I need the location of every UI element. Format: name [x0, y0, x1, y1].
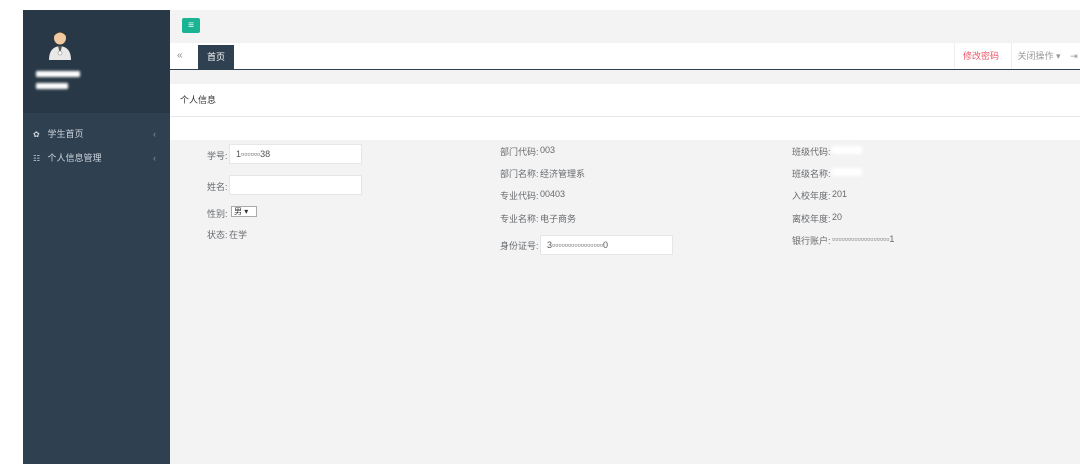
major-name-value: 电子商务	[540, 214, 577, 224]
list-icon: ☷	[33, 154, 41, 163]
user-name-text	[36, 71, 80, 77]
major-name-label: 专业名称:	[500, 214, 539, 224]
chevron-left-icon: ‹	[153, 129, 156, 139]
hamburger-icon: ≡	[188, 20, 194, 31]
close-operations-dropdown[interactable]: 关闭操作 ▾	[1011, 43, 1066, 69]
student-id-field[interactable]: 1▫▫▫▫▫▫38	[229, 144, 362, 164]
sidebar-item-student-home[interactable]: ✿ 学生首页 ‹	[23, 122, 170, 146]
profile-block	[23, 10, 170, 113]
dept-name-label: 部门名称:	[500, 169, 539, 179]
avatar[interactable]	[47, 30, 73, 60]
status-value: 在学	[229, 230, 248, 240]
gender-select[interactable]: 男 ▾	[231, 206, 257, 217]
major-code-label: 专业代码:	[500, 191, 539, 201]
class-code-label: 班级代码:	[792, 147, 831, 157]
class-code-value	[832, 146, 862, 154]
sidebar-item-label: 个人信息管理	[47, 153, 102, 163]
logout-icon[interactable]: ⇥	[1068, 43, 1080, 69]
bank-account-label: 银行账户:	[792, 236, 831, 246]
leave-year-value: 20	[832, 212, 843, 222]
bank-account-value: ▫▫▫▫▫▫▫▫▫▫▫▫▫▫▫▫▫▫1	[832, 234, 895, 244]
app-frame: ✿ 学生首页 ‹ ☷ 个人信息管理 ‹ ≡ « 首页 修改密码 关闭操作 ▾ ⇥…	[23, 10, 1080, 464]
sidebar-item-personal-info[interactable]: ☷ 个人信息管理 ‹	[23, 146, 170, 170]
status-label: 状态:	[207, 230, 228, 240]
sidebar: ✿ 学生首页 ‹ ☷ 个人信息管理 ‹	[23, 10, 170, 464]
class-name-value	[832, 168, 862, 176]
panel-title: 个人信息	[180, 95, 217, 105]
top-navbar: ≡	[170, 10, 1080, 43]
enroll-year-value: 201	[832, 189, 848, 199]
class-name-label: 班级名称:	[792, 169, 831, 179]
sidebar-nav: ✿ 学生首页 ‹ ☷ 个人信息管理 ‹	[23, 122, 170, 170]
dept-code-label: 部门代码:	[500, 147, 539, 157]
id-card-field[interactable]: 3▫▫▫▫▫▫▫▫▫▫▫▫▫▫▫▫0	[540, 235, 673, 255]
student-id-label: 学号:	[207, 151, 228, 161]
dept-code-value: 003	[540, 145, 556, 155]
name-field[interactable]	[229, 175, 362, 195]
name-label: 姓名:	[207, 182, 228, 192]
tab-home[interactable]: 首页	[198, 45, 234, 69]
home-icon: ✿	[33, 130, 40, 139]
chevron-left-icon: ‹	[153, 153, 156, 163]
dept-name-value: 经济管理系	[540, 169, 586, 179]
tab-bar: « 首页 修改密码 关闭操作 ▾ ⇥	[170, 43, 1080, 70]
user-class-text	[36, 83, 68, 89]
sidebar-item-label: 学生首页	[47, 129, 84, 139]
tab-scroll-left-button[interactable]: «	[177, 43, 183, 69]
id-card-label: 身份证号:	[500, 241, 539, 251]
panel-header: 个人信息	[170, 84, 1080, 117]
major-code-value: 00403	[540, 189, 566, 199]
gender-label: 性别:	[207, 209, 228, 219]
leave-year-label: 离校年度:	[792, 214, 831, 224]
panel-strip	[170, 117, 1080, 140]
enroll-year-label: 入校年度:	[792, 191, 831, 201]
main-content: ≡ « 首页 修改密码 关闭操作 ▾ ⇥ 个人信息 学号: 1▫▫▫▫▫▫38 …	[170, 10, 1080, 464]
change-password-link[interactable]: 修改密码	[954, 43, 1007, 69]
menu-toggle-button[interactable]: ≡	[182, 18, 200, 33]
